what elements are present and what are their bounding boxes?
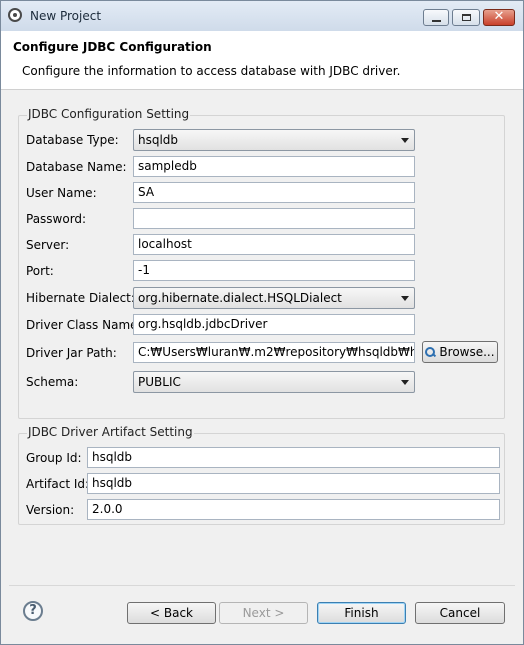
jdbc-configuration-group: JDBC Configuration Setting Database Type…	[18, 107, 505, 419]
artifact-id-label: Artifact Id:	[26, 477, 90, 491]
driver-jar-path-label: Driver Jar Path:	[26, 346, 117, 360]
schema-label: Schema:	[26, 375, 79, 389]
artifact-id-field[interactable]: hsqldb	[87, 473, 500, 494]
chevron-down-icon	[401, 296, 409, 301]
schema-value: PUBLIC	[138, 375, 181, 389]
schema-select[interactable]: PUBLIC	[133, 371, 415, 393]
database-type-select[interactable]: hsqldb	[133, 129, 415, 151]
cancel-button[interactable]: Cancel	[415, 602, 505, 624]
password-field[interactable]	[133, 208, 415, 229]
database-name-field[interactable]: sampledb	[133, 156, 415, 177]
port-field[interactable]: -1	[133, 260, 415, 281]
user-name-field[interactable]: SA	[133, 182, 415, 203]
jdbc-driver-artifact-group: JDBC Driver Artifact Setting Group Id: h…	[18, 425, 505, 525]
group-label-driver-artifact: JDBC Driver Artifact Setting	[27, 425, 194, 439]
database-type-label: Database Type:	[26, 133, 119, 147]
minimize-button[interactable]	[423, 9, 449, 26]
browse-label: Browse...	[439, 345, 495, 359]
hibernate-dialect-label: Hibernate Dialect:	[26, 291, 135, 305]
page-description: Configure the information to access data…	[22, 64, 401, 78]
close-button[interactable]: ✕	[483, 9, 515, 26]
help-icon[interactable]: ?	[23, 601, 43, 621]
server-field[interactable]: localhost	[133, 234, 415, 255]
page-title: Configure JDBC Configuration	[13, 40, 212, 54]
title-bar[interactable]: New Project ✕	[1, 1, 523, 31]
hibernate-dialect-select[interactable]: org.hibernate.dialect.HSQLDialect	[133, 287, 415, 309]
port-label: Port:	[26, 264, 54, 278]
window-title: New Project	[30, 9, 102, 23]
group-label-jdbc-configuration: JDBC Configuration Setting	[27, 107, 191, 121]
back-button[interactable]: < Back	[127, 602, 216, 624]
close-icon: ✕	[493, 9, 505, 24]
finish-button[interactable]: Finish	[317, 602, 406, 624]
group-id-field[interactable]: hsqldb	[87, 447, 500, 468]
minimize-icon	[432, 20, 441, 22]
browse-button[interactable]: Browse...	[422, 341, 498, 363]
version-field[interactable]: 2.0.0	[87, 499, 500, 520]
driver-class-name-field[interactable]: org.hsqldb.jdbcDriver	[133, 314, 415, 335]
search-icon	[425, 347, 436, 357]
footer-divider	[9, 585, 515, 586]
maximize-icon	[462, 14, 471, 21]
password-label: Password:	[26, 212, 87, 226]
hibernate-dialect-value: org.hibernate.dialect.HSQLDialect	[138, 291, 342, 305]
new-project-window: New Project ✕ Configure JDBC Configurati…	[0, 0, 524, 645]
wizard-header: Configure JDBC Configuration Configure t…	[1, 31, 523, 90]
driver-jar-path-field[interactable]: C:₩Users₩luran₩.m2₩repository₩hsqldb₩hsq…	[133, 342, 415, 363]
version-label: Version:	[26, 503, 75, 517]
server-label: Server:	[26, 238, 70, 252]
database-name-label: Database Name:	[26, 160, 127, 174]
maximize-button[interactable]	[452, 9, 480, 26]
eclipse-app-icon	[8, 8, 22, 22]
database-type-value: hsqldb	[138, 133, 179, 147]
driver-class-name-label: Driver Class Name:	[26, 318, 142, 332]
chevron-down-icon	[401, 138, 409, 143]
chevron-down-icon	[401, 380, 409, 385]
user-name-label: User Name:	[26, 186, 97, 200]
group-id-label: Group Id:	[26, 451, 82, 465]
next-button[interactable]: Next >	[219, 602, 308, 624]
